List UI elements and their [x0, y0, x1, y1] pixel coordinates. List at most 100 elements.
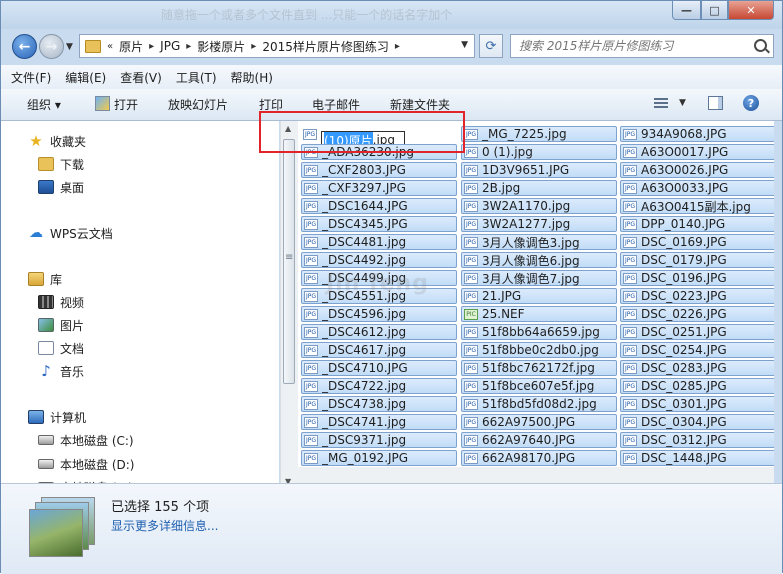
menu-help[interactable]: 帮助(H) — [231, 69, 273, 86]
nav-pictures[interactable]: 图片 — [38, 315, 84, 335]
file-item[interactable]: JPG DSC_0251.JPG — [620, 324, 774, 340]
file-item[interactable]: JPG DSC_0301.JPG — [620, 396, 774, 412]
file-item[interactable]: JPG 0 (1).jpg — [461, 144, 617, 160]
file-item[interactable]: JPG A63O0017.JPG — [620, 144, 774, 160]
nav-libraries[interactable]: 库 — [28, 269, 62, 289]
file-item[interactable]: JPG _DSC4612.jpg — [301, 324, 457, 340]
back-button[interactable]: ← — [12, 34, 37, 59]
breadcrumb-chevron-icon[interactable]: ▸ — [251, 41, 256, 52]
search-box[interactable] — [510, 34, 774, 58]
nav-documents[interactable]: 文档 — [38, 338, 84, 358]
file-item[interactable]: JPG _DSC4710.JPG — [301, 360, 457, 376]
recent-pages-dropdown-icon[interactable]: ▼ — [66, 42, 73, 52]
file-item[interactable]: JPG 51f8bce607e5f.jpg — [461, 378, 617, 394]
help-icon[interactable]: ? — [743, 95, 759, 111]
title-bar[interactable]: 随意拖一个或者多个文件直到 ...只能一个的话名字加个 — □ ✕ — [1, 1, 782, 29]
file-item[interactable]: JPG DSC_0226.JPG — [620, 306, 774, 322]
search-icon[interactable] — [754, 39, 767, 52]
address-history-dropdown-icon[interactable]: ▼ — [461, 40, 468, 50]
file-item[interactable]: JPG 3月人像调色3.jpg — [461, 234, 617, 250]
file-item[interactable]: JPG DSC_0312.JPG — [620, 432, 774, 448]
file-item[interactable]: JPG DSC_0285.JPG — [620, 378, 774, 394]
breadcrumb-chevron-icon[interactable]: ▸ — [186, 41, 191, 52]
file-item[interactable]: JPG A63O0026.JPG — [620, 162, 774, 178]
address-bar[interactable]: « 原片 ▸ JPG ▸ 影楼原片 ▸ 2015样片原片修图练习 ▸ ▼ — [79, 34, 475, 58]
show-more-details-link[interactable]: 显示更多详细信息... — [111, 517, 218, 534]
menu-tools[interactable]: 工具(T) — [176, 69, 217, 86]
nav-desktop[interactable]: 桌面 — [38, 177, 84, 197]
forward-button[interactable]: → — [39, 34, 64, 59]
nav-favorites[interactable]: ★ 收藏夹 — [28, 131, 86, 151]
nav-drive-c[interactable]: 本地磁盘 (C:) — [38, 430, 134, 450]
minimize-button[interactable]: — — [672, 1, 701, 20]
maximize-button[interactable]: □ — [701, 1, 728, 20]
file-item[interactable]: JPG DSC_0169.JPG — [620, 234, 774, 250]
file-item[interactable]: PIC 25.NEF — [461, 306, 617, 322]
file-item[interactable]: JPG _DSC4345.JPG — [301, 216, 457, 232]
file-item[interactable]: JPG 21.JPG — [461, 288, 617, 304]
file-item[interactable]: JPG DSC_0304.JPG — [620, 414, 774, 430]
preview-pane-icon[interactable] — [708, 96, 723, 110]
file-item[interactable]: JPG _DSC9371.jpg — [301, 432, 457, 448]
close-button[interactable]: ✕ — [728, 1, 774, 20]
change-view-icon[interactable] — [654, 98, 668, 110]
file-item[interactable]: JPG 51f8bd5fd08d2.jpg — [461, 396, 617, 412]
file-item[interactable]: JPG DSC_0223.JPG — [620, 288, 774, 304]
file-item[interactable]: JPG _MG_7225.jpg — [461, 126, 617, 142]
file-item[interactable]: JPG DPP_0140.JPG — [620, 216, 774, 232]
file-item[interactable]: JPG A63O0033.JPG — [620, 180, 774, 196]
file-item[interactable]: JPG 934A9068.JPG — [620, 126, 774, 142]
breadcrumb-chevron-icon[interactable]: ▸ — [149, 41, 154, 52]
file-item[interactable]: JPG DSC_0179.JPG — [620, 252, 774, 268]
views-dropdown-icon[interactable]: ▼ — [679, 98, 686, 108]
breadcrumb-item[interactable]: 影楼原片 — [197, 38, 245, 55]
file-item[interactable]: JPG DSC_0196.JPG — [620, 270, 774, 286]
breadcrumb-chevron-icon[interactable]: ▸ — [395, 41, 400, 52]
slideshow-button[interactable]: 放映幻灯片 — [168, 96, 228, 113]
refresh-button[interactable]: ⟳ — [479, 34, 503, 58]
breadcrumb-overflow[interactable]: « — [107, 41, 113, 52]
file-item[interactable]: JPG _DSC4617.jpg — [301, 342, 457, 358]
navigation-scrollbar[interactable]: ▲ ▼ — [280, 121, 298, 491]
file-item[interactable]: JPG A63O0415副本.jpg — [620, 198, 774, 214]
search-input[interactable] — [517, 38, 751, 54]
file-item[interactable]: JPG _DSC4722.jpg — [301, 378, 457, 394]
file-item[interactable]: JPG DSC_1448.JPG — [620, 450, 774, 466]
file-item[interactable]: JPG DSC_0254.JPG — [620, 342, 774, 358]
file-item[interactable]: JPG 51f8bc762172f.jpg — [461, 360, 617, 376]
file-item[interactable]: JPG 51f8bbe0c2db0.jpg — [461, 342, 617, 358]
organize-button[interactable]: 组织 ▾ — [27, 96, 61, 113]
file-item[interactable]: JPG DSC_0283.JPG — [620, 360, 774, 376]
nav-drive-d[interactable]: 本地磁盘 (D:) — [38, 454, 134, 474]
file-item[interactable]: JPG 3W2A1277.jpg — [461, 216, 617, 232]
file-list-horizontal-scrollbar[interactable] — [298, 467, 774, 483]
file-item[interactable]: JPG 662A97640.JPG — [461, 432, 617, 448]
file-item[interactable]: JPG 1D3V9651.JPG — [461, 162, 617, 178]
scroll-thumb[interactable] — [283, 139, 295, 384]
nav-videos[interactable]: 视频 — [38, 292, 84, 312]
menu-edit[interactable]: 编辑(E) — [65, 69, 106, 86]
nav-computer[interactable]: 计算机 — [28, 407, 86, 427]
file-item[interactable]: JPG 2B.jpg — [461, 180, 617, 196]
file-item[interactable]: JPG _DSC1644.JPG — [301, 198, 457, 214]
file-item[interactable]: JPG _DSC4596.jpg — [301, 306, 457, 322]
file-item[interactable]: JPG _CXF3297.JPG — [301, 180, 457, 196]
breadcrumb-item[interactable]: 原片 — [119, 38, 143, 55]
file-item[interactable]: JPG _DSC4492.jpg — [301, 252, 457, 268]
nav-wps-cloud[interactable]: ☁ WPS云文档 — [28, 223, 113, 243]
file-item[interactable]: JPG _CXF2803.JPG — [301, 162, 457, 178]
breadcrumb-item[interactable]: JPG — [160, 39, 180, 53]
breadcrumb-item[interactable]: 2015样片原片修图练习 — [262, 38, 389, 55]
file-item[interactable]: JPG 662A98170.JPG — [461, 450, 617, 466]
file-item[interactable]: JPG 3W2A1170.jpg — [461, 198, 617, 214]
menu-view[interactable]: 查看(V) — [120, 69, 162, 86]
open-button[interactable]: 打开 — [95, 96, 138, 113]
file-item[interactable]: JPG 51f8bb64a6659.jpg — [461, 324, 617, 340]
file-item[interactable]: JPG 3月人像调色6.jpg — [461, 252, 617, 268]
menu-file[interactable]: 文件(F) — [11, 69, 51, 86]
file-item[interactable]: JPG 662A97500.JPG — [461, 414, 617, 430]
file-item[interactable]: JPG _MG_0192.JPG — [301, 450, 457, 466]
nav-downloads[interactable]: 下载 — [38, 154, 84, 174]
file-item[interactable]: JPG _DSC4738.jpg — [301, 396, 457, 412]
file-item[interactable]: JPG _DSC4741.jpg — [301, 414, 457, 430]
